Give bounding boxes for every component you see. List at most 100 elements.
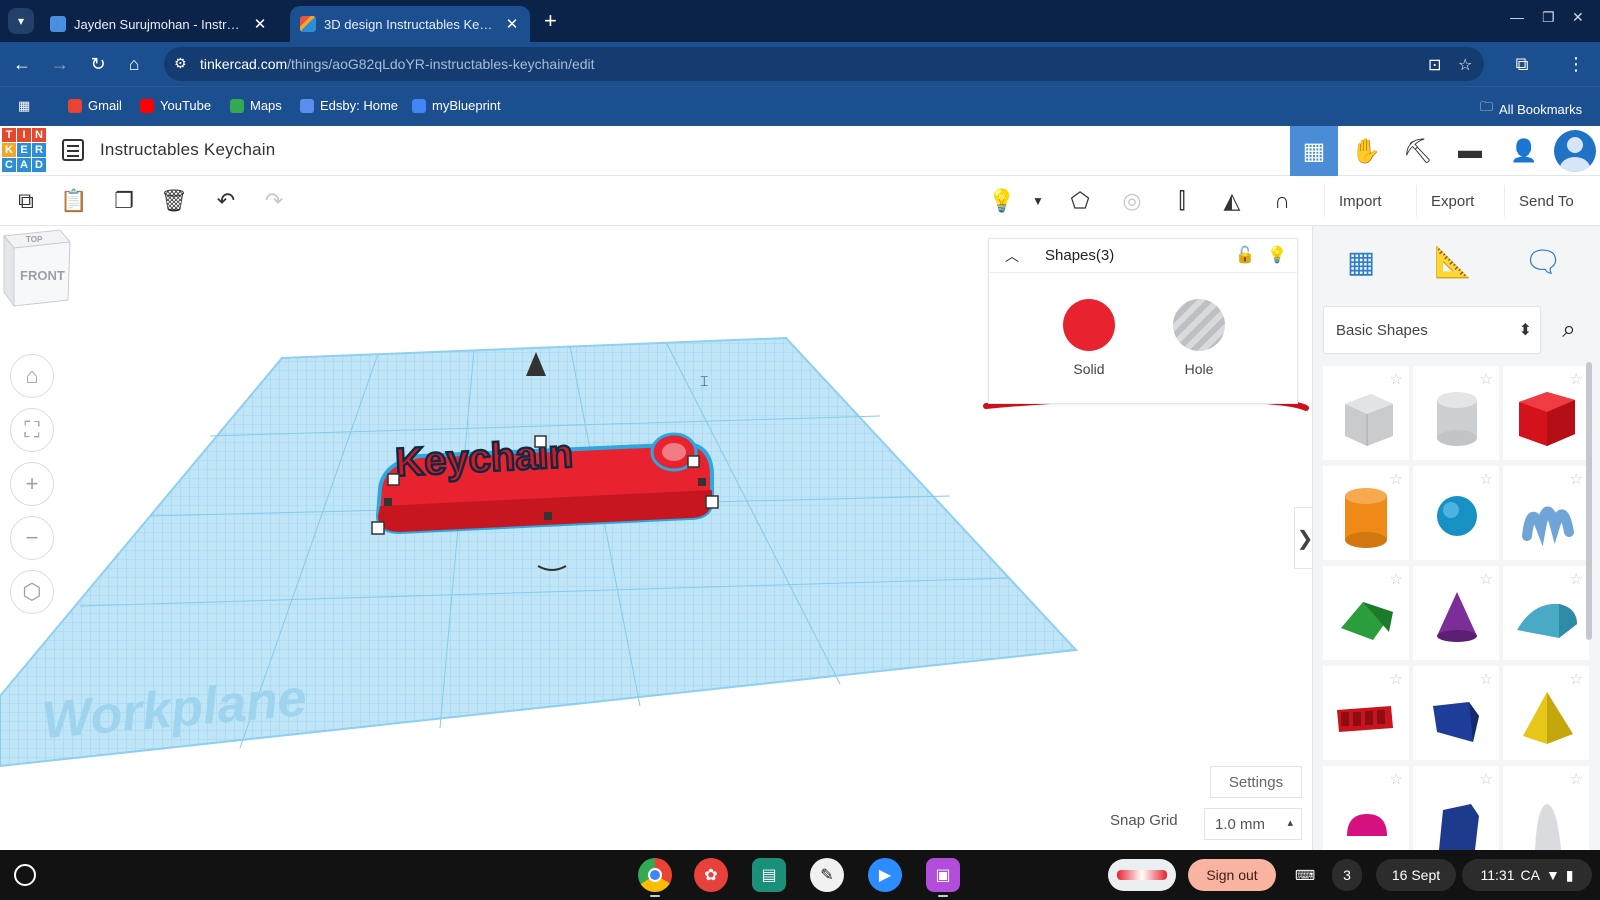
send-to-button[interactable]: Send To	[1504, 185, 1588, 217]
shape-category-select[interactable]: Basic Shapes	[1323, 306, 1541, 354]
3d-design-view-button[interactable]: ▦	[1290, 126, 1338, 176]
tinkercad-logo[interactable]: TIN KER CAD	[2, 128, 46, 172]
mirror-icon[interactable]: ◭	[1218, 187, 1246, 215]
address-bar[interactable]: ⚙ tinkercad.com/things/aoG82qLdoYR-instr…	[164, 47, 1484, 81]
back-icon[interactable]: ←	[10, 52, 34, 76]
hole-option[interactable]: Hole	[1159, 299, 1239, 377]
extensions-icon[interactable]: ⧉	[1510, 52, 1534, 76]
sim-lab-button[interactable]: ✋	[1342, 126, 1390, 176]
favorite-star-icon[interactable]: ☆	[1480, 570, 1493, 588]
settings-button[interactable]: Settings	[1210, 766, 1302, 798]
zoom-out-button[interactable]: −	[10, 516, 54, 560]
forward-icon[interactable]: →	[48, 52, 72, 76]
status-tray[interactable]: 11:31 CA ▼ ▮	[1462, 859, 1592, 891]
shape-box-hole[interactable]: ☆	[1323, 366, 1409, 460]
tab-tinkercad[interactable]: 3D design Instructables Keychain ✕	[290, 6, 530, 42]
lightbulb-icon[interactable]: 💡	[988, 187, 1016, 215]
lock-icon[interactable]: 🔓	[1235, 245, 1255, 265]
keychain-model[interactable]: Keychain	[371, 431, 719, 535]
paste-icon[interactable]: 📋	[60, 187, 88, 215]
favorite-star-icon[interactable]: ☆	[1570, 370, 1583, 388]
launcher-icon[interactable]	[14, 864, 36, 886]
shape-text[interactable]: ☆	[1323, 666, 1409, 760]
duplicate-icon[interactable]: ❐	[110, 187, 138, 215]
solid-option[interactable]: Solid	[1049, 299, 1129, 377]
delete-icon[interactable]: 🗑	[160, 187, 188, 215]
shape-sphere[interactable]: ☆	[1413, 466, 1499, 560]
view-cube[interactable]: TOP FRONT	[0, 226, 72, 308]
library-scrollbar[interactable]	[1586, 362, 1592, 640]
bookmark-myblueprint[interactable]: myBlueprint	[412, 98, 501, 113]
chrome-app-icon[interactable]	[638, 858, 672, 892]
export-button[interactable]: Export	[1416, 185, 1488, 217]
invite-button[interactable]: 👤	[1500, 126, 1548, 176]
minecraft-button[interactable]: ⛏	[1394, 126, 1442, 176]
chevron-down-icon[interactable]: ▼	[1024, 187, 1052, 215]
keyboard-icon[interactable]: ⌨	[1290, 859, 1320, 891]
undo-icon[interactable]: ↶	[212, 187, 240, 215]
chevron-up-icon[interactable]: ︿	[1005, 246, 1029, 266]
shape-wedge[interactable]: ☆	[1413, 666, 1499, 760]
search-icon[interactable]: ⌕	[1549, 312, 1589, 348]
notes-tool-icon[interactable]: 🗨	[1521, 240, 1565, 284]
bookmark-edsby[interactable]: Edsby: Home	[300, 98, 398, 113]
bookmark-star-icon[interactable]: ☆	[1458, 55, 1472, 75]
favorite-star-icon[interactable]: ☆	[1390, 570, 1403, 588]
bookmark-gmail[interactable]: Gmail	[68, 98, 122, 113]
snap-grid-select[interactable]: 1.0 mm	[1204, 808, 1302, 840]
new-tab-button[interactable]: +	[544, 8, 557, 34]
favorite-star-icon[interactable]: ☆	[1480, 670, 1493, 688]
classroom-app-icon[interactable]: ▤	[752, 858, 786, 892]
site-settings-icon[interactable]: ⚙	[174, 55, 190, 71]
favorite-star-icon[interactable]: ☆	[1480, 770, 1493, 788]
shape-roof[interactable]: ☆	[1323, 566, 1409, 660]
kindle-app-icon[interactable]: ✎	[810, 858, 844, 892]
redo-icon[interactable]: ↷	[260, 187, 288, 215]
lightbulb-icon[interactable]: 💡	[1267, 245, 1287, 265]
shape-cone[interactable]: ☆	[1413, 566, 1499, 660]
shape-cylinder[interactable]: ☆	[1323, 466, 1409, 560]
close-icon[interactable]: ✕	[252, 15, 268, 33]
ungroup-icon[interactable]: ◎	[1118, 187, 1146, 215]
tab-search-button[interactable]: ▾	[8, 8, 34, 34]
menu-icon[interactable]: ⋮	[1564, 52, 1588, 76]
minimize-icon[interactable]: —	[1510, 9, 1524, 25]
favorite-star-icon[interactable]: ☆	[1570, 570, 1583, 588]
shape-pyramid[interactable]: ☆	[1503, 666, 1589, 760]
favorite-star-icon[interactable]: ☆	[1570, 670, 1583, 688]
bookmark-maps[interactable]: Maps	[230, 98, 282, 113]
shape-box[interactable]: ☆	[1503, 366, 1589, 460]
reload-icon[interactable]: ↻	[86, 52, 110, 76]
design-list-icon[interactable]	[62, 139, 84, 161]
workplane-tool-icon[interactable]: ▦	[1339, 240, 1383, 284]
favorite-star-icon[interactable]: ☆	[1390, 470, 1403, 488]
ortho-view-button[interactable]: ⬡	[10, 570, 54, 614]
all-bookmarks[interactable]: 🗀 All Bookmarks	[1480, 98, 1582, 120]
bookmark-youtube[interactable]: YouTube	[140, 98, 211, 113]
screen-capture-preview[interactable]	[1108, 859, 1176, 891]
notification-badge[interactable]: 3	[1332, 859, 1362, 891]
zoom-app-icon[interactable]: ▶	[868, 858, 902, 892]
group-icon[interactable]: ⬠	[1066, 187, 1094, 215]
solid-swatch[interactable]	[1063, 299, 1115, 351]
copy-icon[interactable]: ⧉	[12, 187, 40, 215]
close-icon[interactable]: ✕	[504, 15, 520, 33]
align-icon[interactable]: ⫿	[1168, 187, 1196, 215]
install-app-icon[interactable]: ⊡	[1428, 55, 1441, 75]
favorite-star-icon[interactable]: ☆	[1480, 370, 1493, 388]
favorite-star-icon[interactable]: ☆	[1570, 470, 1583, 488]
favorite-star-icon[interactable]: ☆	[1390, 370, 1403, 388]
home-view-button[interactable]: ⌂	[10, 354, 54, 398]
restore-icon[interactable]: ❐	[1542, 9, 1555, 26]
ruler-tool-icon[interactable]: 📐	[1431, 240, 1475, 284]
favorite-star-icon[interactable]: ☆	[1480, 470, 1493, 488]
fit-view-button[interactable]: ⛶	[10, 408, 54, 452]
apps-grid-icon[interactable]: ▦	[18, 98, 30, 114]
sign-out-button[interactable]: Sign out	[1188, 859, 1276, 891]
zoom-in-button[interactable]: +	[10, 462, 54, 506]
avatar[interactable]	[1554, 130, 1596, 172]
lego-bricks-button[interactable]: ▬	[1446, 126, 1494, 176]
tab-instructables[interactable]: Jayden Surujmohan - Instructables ✕	[40, 6, 278, 42]
favorite-star-icon[interactable]: ☆	[1390, 670, 1403, 688]
hole-swatch[interactable]	[1173, 299, 1225, 351]
